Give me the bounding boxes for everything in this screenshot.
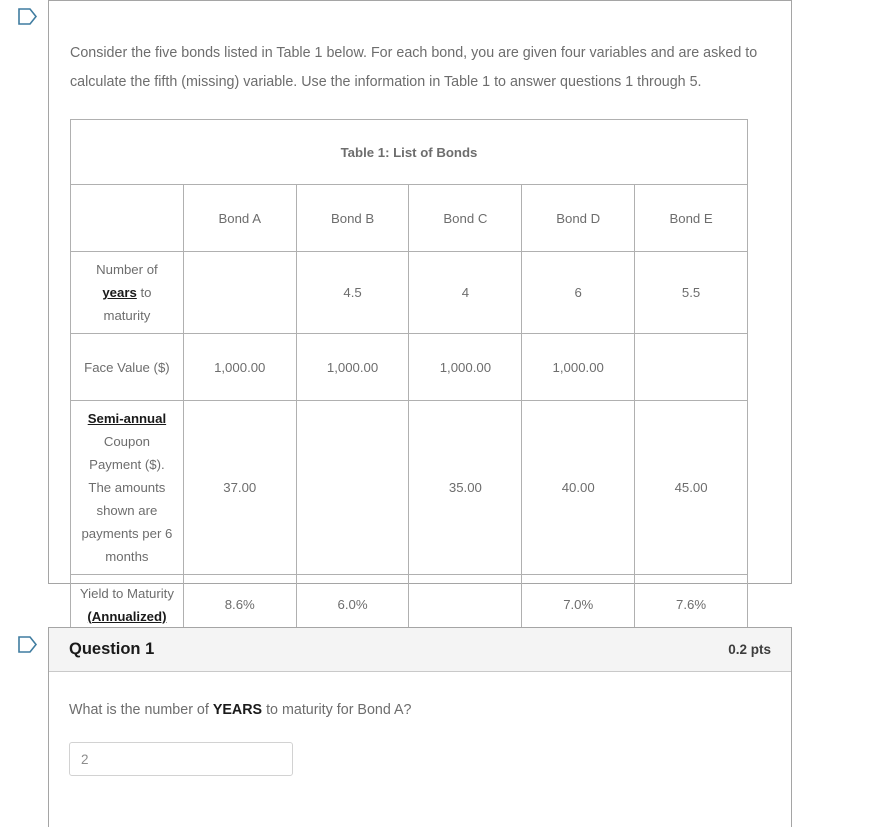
description-body: Consider the five bonds listed in Table … — [49, 1, 791, 702]
question-text-prefix: What is the number of — [69, 702, 213, 718]
row-label-ytm-prefix: Yield to Maturity — [79, 585, 174, 601]
question-title: Question 1 — [69, 640, 155, 658]
row-label-years-emphasis: years — [102, 285, 137, 300]
column-header-bond-e: Bond E — [634, 184, 748, 252]
cell-ytm-bond-e: 7.6% — [634, 574, 748, 635]
column-header-bond-c: Bond C — [408, 184, 523, 252]
cell-face-bond-a: 1,000.00 — [182, 333, 297, 401]
bonds-table: Table 1: List of Bonds Bond A Bond B Bon… — [70, 119, 748, 702]
cell-face-bond-e — [634, 333, 748, 401]
table-row-years: Number of years to maturity 4.5 4 6 5.5 — [70, 251, 748, 334]
cell-ytm-bond-c — [408, 574, 523, 635]
cell-coupon-bond-e: 45.00 — [634, 400, 748, 575]
question-text: What is the number of YEARS to maturity … — [69, 700, 771, 720]
column-header-blank — [70, 184, 184, 252]
cell-ytm-bond-d: 7.0% — [521, 574, 636, 635]
table-row-face-value: Face Value ($) 1,000.00 1,000.00 1,000.0… — [70, 333, 748, 401]
column-header-bond-b: Bond B — [295, 184, 410, 252]
row-label-years: Number of years to maturity — [70, 251, 184, 334]
column-header-bond-a: Bond A — [182, 184, 297, 252]
question-points: 0.2 pts — [728, 642, 771, 657]
cell-face-bond-b: 1,000.00 — [295, 333, 410, 401]
table-title-row: Table 1: List of Bonds — [70, 119, 748, 185]
answer-input[interactable] — [69, 742, 293, 776]
row-label-coupon-suffix: Coupon Payment ($). The amounts shown ar… — [81, 434, 173, 564]
question-card: Question 1 0.2 pts What is the number of… — [48, 627, 792, 827]
cell-face-bond-c: 1,000.00 — [408, 333, 523, 401]
cell-coupon-bond-c: 35.00 — [408, 400, 523, 575]
cell-coupon-bond-d: 40.00 — [521, 400, 636, 575]
table-row-ytm: Yield to Maturity (Annualized) 8.6% 6.0%… — [70, 574, 748, 635]
flag-icon-description[interactable] — [18, 8, 37, 25]
row-label-coupon-emphasis: Semi-annual — [87, 411, 167, 426]
intro-paragraph: Consider the five bonds listed in Table … — [70, 45, 758, 90]
row-label-years-prefix: Number of — [96, 262, 158, 277]
row-label-face-value-prefix: Face Value ($) — [84, 359, 170, 375]
table-title: Table 1: List of Bonds — [70, 119, 748, 185]
cell-years-bond-e: 5.5 — [634, 251, 748, 334]
row-label-ytm: Yield to Maturity (Annualized) — [70, 574, 184, 635]
cell-years-bond-d: 6 — [521, 251, 636, 334]
flag-icon-question[interactable] — [18, 636, 37, 653]
question-body: What is the number of YEARS to maturity … — [49, 672, 791, 776]
table-header-row: Bond A Bond B Bond C Bond D Bond E — [70, 184, 748, 252]
cell-face-bond-d: 1,000.00 — [521, 333, 636, 401]
cell-years-bond-a — [182, 251, 297, 334]
cell-ytm-bond-a: 8.6% — [182, 574, 297, 635]
table-row-coupon: Semi-annual Coupon Payment ($). The amou… — [70, 400, 748, 575]
description-card: Consider the five bonds listed in Table … — [48, 0, 792, 702]
cell-years-bond-c: 4 — [408, 251, 523, 334]
row-label-coupon: Semi-annual Coupon Payment ($). The amou… — [70, 400, 184, 575]
cell-years-bond-b: 4.5 — [295, 251, 410, 334]
row-label-ytm-emphasis: (Annualized) — [87, 608, 167, 624]
cell-coupon-bond-a: 37.00 — [182, 400, 297, 575]
row-label-face-value: Face Value ($) — [70, 333, 184, 401]
cell-coupon-bond-b — [295, 400, 410, 575]
cell-ytm-bond-b: 6.0% — [295, 574, 410, 635]
question-header: Question 1 0.2 pts — [49, 628, 791, 672]
question-text-emphasis: YEARS — [212, 702, 263, 718]
question-text-suffix: to maturity for Bond A? — [262, 702, 412, 718]
column-header-bond-d: Bond D — [521, 184, 636, 252]
